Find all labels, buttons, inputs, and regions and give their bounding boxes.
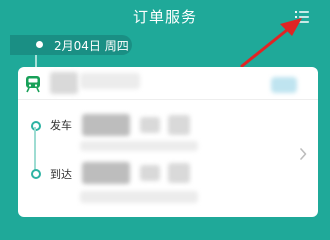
depart-label: 发车 (50, 119, 72, 132)
chevron-right-icon[interactable] (299, 148, 307, 160)
date-bar: 2月04日 周四 (10, 35, 132, 55)
menu-button[interactable] (294, 9, 310, 25)
route-line (34, 127, 36, 173)
arrive-station-redacted (140, 165, 160, 181)
seat-badge-redacted (271, 77, 297, 93)
depart-time-redacted (82, 114, 130, 136)
arrive-detail-redacted (168, 163, 190, 183)
travel-date: 2月04日 周四 (54, 39, 129, 53)
arrive-time-redacted (82, 162, 130, 184)
train-icon (26, 76, 40, 93)
arrive-label: 到达 (50, 168, 72, 181)
date-dot (36, 41, 43, 48)
page-title: 订单服务 (132, 8, 197, 26)
depart-dot (31, 121, 41, 131)
train-number-redacted (50, 72, 78, 94)
depart-station-redacted (140, 117, 160, 133)
ticket-card[interactable]: 发车 到达 (18, 67, 318, 217)
arrive-dot (31, 169, 41, 179)
train-info-redacted (80, 73, 140, 89)
depart-detail-redacted (168, 115, 190, 135)
app-header: 订单服务 (0, 0, 330, 36)
duration-redacted (80, 141, 198, 151)
timeline-connector (35, 55, 37, 67)
extra-info-redacted (80, 191, 198, 203)
card-divider (18, 99, 318, 100)
list-menu-icon (294, 10, 309, 24)
